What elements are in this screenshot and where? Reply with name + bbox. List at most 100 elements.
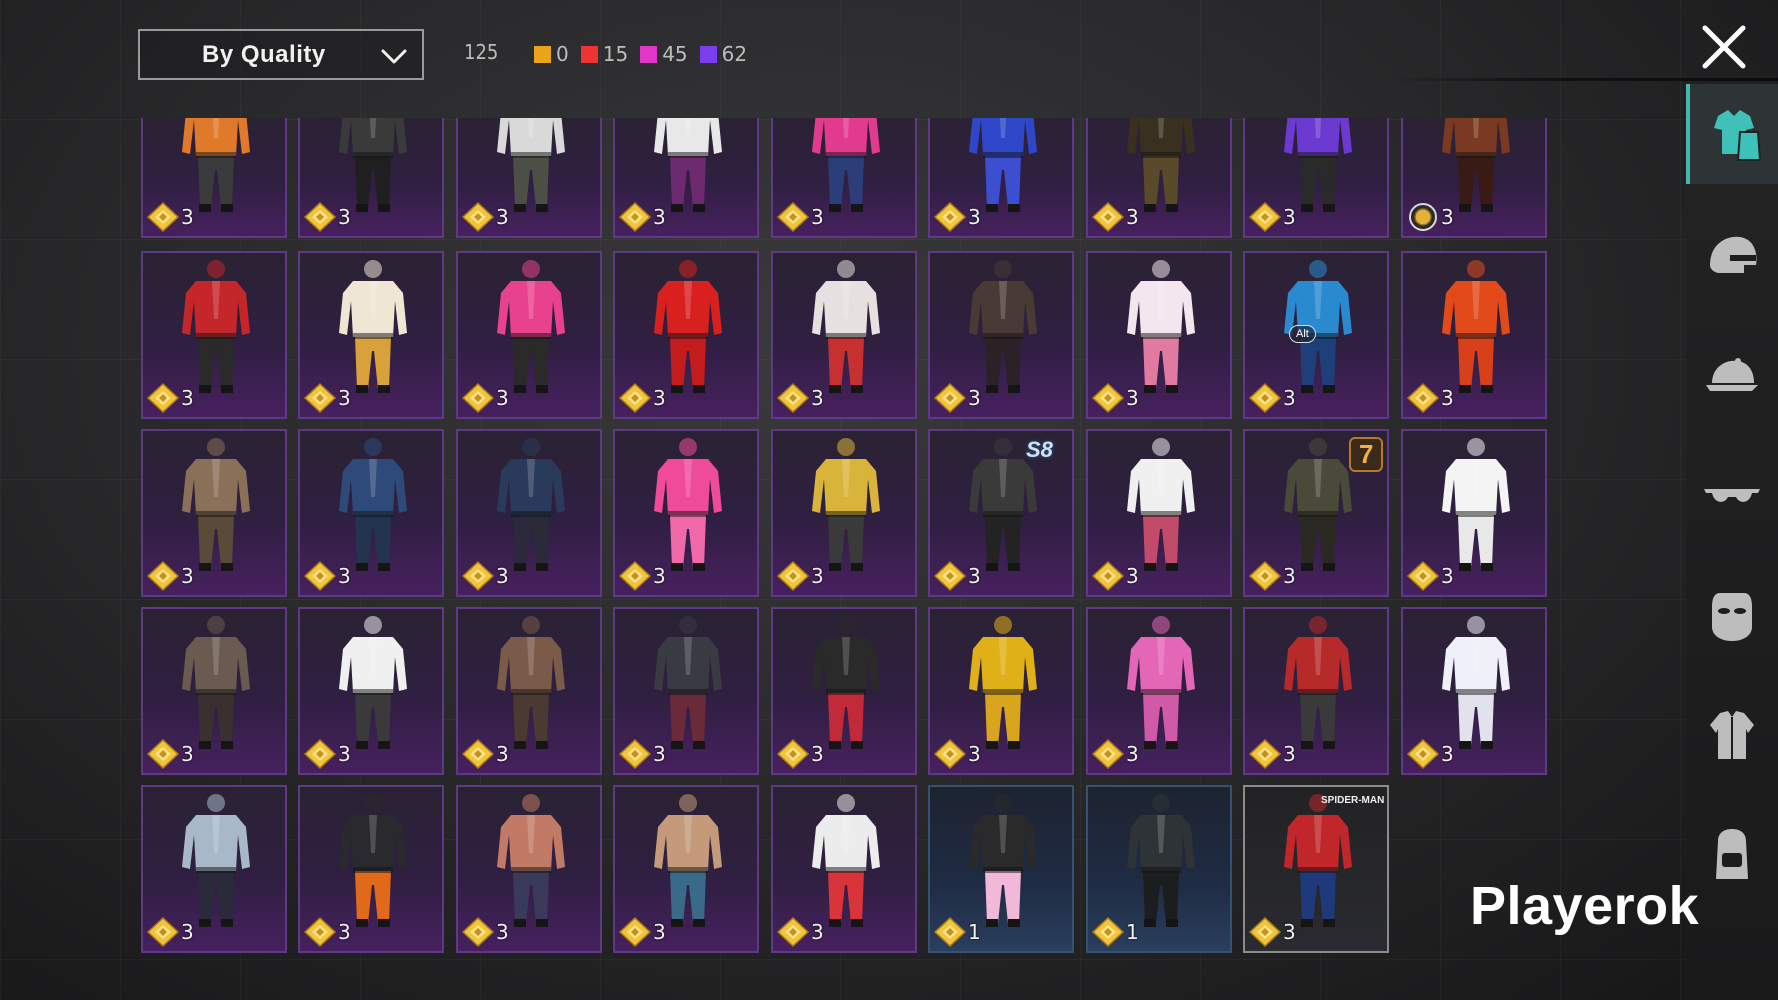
outfit-item-card[interactable]: 3 — [1401, 429, 1547, 597]
outfit-item-card[interactable]: 3 — [1401, 118, 1547, 238]
gold-diamond-icon — [462, 739, 494, 769]
outfit-item-card[interactable]: 3 — [613, 785, 759, 953]
item-quantity-badge: 3 — [147, 202, 194, 232]
outfit-item-card[interactable]: 3 — [771, 118, 917, 238]
outfit-image — [969, 794, 1037, 927]
outfit-item-card[interactable]: 3 — [1401, 251, 1547, 419]
gold-diamond-icon — [777, 383, 809, 413]
outfit-item-card[interactable]: 3 — [771, 429, 917, 597]
outfit-item-card[interactable]: S8 3 — [928, 429, 1074, 597]
quality-count-red: 15 — [580, 42, 628, 66]
outfit-item-card[interactable]: 3 — [1243, 118, 1389, 238]
outfit-tab[interactable] — [1686, 84, 1778, 184]
item-quantity-badge: 3 — [1249, 917, 1296, 947]
item-quantity-badge: 3 — [1249, 561, 1296, 591]
gold-diamond-icon — [619, 202, 651, 232]
outfit-item-card[interactable]: 3 — [141, 251, 287, 419]
backpack-tab[interactable] — [1686, 805, 1778, 905]
outfit-item-card[interactable]: 3 — [771, 785, 917, 953]
outfit-item-card[interactable]: 3 — [928, 118, 1074, 238]
outfit-image — [969, 616, 1037, 749]
outfit-item-card[interactable]: 3 — [456, 607, 602, 775]
jacket-tab[interactable] — [1686, 685, 1778, 785]
outfit-item-card[interactable]: 3 — [928, 251, 1074, 419]
helmet-tab[interactable] — [1686, 207, 1778, 307]
item-quantity: 3 — [653, 386, 666, 410]
item-quantity: 3 — [338, 205, 351, 229]
outfit-item-card[interactable]: 3 — [613, 607, 759, 775]
outfit-item-card[interactable]: 3 — [613, 118, 759, 238]
outfit-item-card[interactable]: 3 — [298, 785, 444, 953]
outfit-item-card[interactable]: 3 — [298, 607, 444, 775]
item-quantity-badge: 3 — [147, 561, 194, 591]
gold-diamond-icon — [619, 383, 651, 413]
outfit-item-card[interactable]: SPIDER-MAN 3 — [1243, 785, 1389, 953]
outfit-item-card[interactable]: 3 — [298, 118, 444, 238]
outfit-item-card[interactable]: 3 — [141, 785, 287, 953]
item-quantity-badge: 3 — [777, 561, 824, 591]
outfit-item-card[interactable]: 3 — [1243, 607, 1389, 775]
outfit-image — [497, 260, 565, 393]
gold-diamond-icon — [777, 739, 809, 769]
close-button[interactable] — [1697, 20, 1751, 74]
outfit-image — [969, 260, 1037, 393]
outfit-image — [1442, 616, 1510, 749]
item-tag: SPIDER-MAN — [1321, 795, 1385, 806]
outfit-image — [1284, 794, 1352, 927]
outfit-item-card[interactable]: 3 — [141, 118, 287, 238]
outfit-item-card[interactable]: 3 — [298, 429, 444, 597]
outfit-item-card[interactable]: 3 — [141, 429, 287, 597]
outfit-image — [497, 616, 565, 749]
item-quantity: 3 — [496, 920, 509, 944]
outfit-item-card[interactable]: 1 — [1086, 785, 1232, 953]
gold-diamond-icon — [777, 917, 809, 947]
outfit-item-card[interactable]: 3 — [613, 251, 759, 419]
outfit-item-card[interactable]: 3 — [298, 251, 444, 419]
gold-diamond-icon — [934, 739, 966, 769]
gold-diamond-icon — [934, 917, 966, 947]
item-quantity-badge: 3 — [304, 739, 351, 769]
cap-tab[interactable] — [1686, 325, 1778, 425]
outfit-item-card[interactable]: 3 — [1401, 607, 1547, 775]
jacket-icon — [1710, 711, 1754, 759]
outfit-image — [182, 794, 250, 927]
outfit-item-card[interactable]: 3 — [456, 118, 602, 238]
outfit-item-card[interactable]: 3 — [1086, 251, 1232, 419]
outfit-item-card[interactable]: 3 — [771, 251, 917, 419]
outfit-item-card[interactable]: 3 — [456, 785, 602, 953]
item-quantity-badge: 3 — [1407, 202, 1454, 232]
item-quantity: 3 — [811, 386, 824, 410]
gold-diamond-icon — [619, 917, 651, 947]
top-bar: By Quality 125 0 15 45 62 — [0, 0, 1778, 110]
item-quantity: 3 — [496, 564, 509, 588]
outfit-item-card[interactable]: 3 — [1086, 118, 1232, 238]
sort-dropdown[interactable]: By Quality — [138, 29, 424, 80]
gold-diamond-icon — [462, 383, 494, 413]
outfit-image — [812, 616, 880, 749]
outfit-item-card[interactable]: 3 — [771, 607, 917, 775]
outfit-image — [654, 260, 722, 393]
item-quantity: 3 — [1283, 920, 1296, 944]
item-tag: Alt — [1289, 325, 1316, 343]
mask-tab[interactable] — [1686, 565, 1778, 665]
outfit-item-card[interactable]: 3 — [456, 429, 602, 597]
item-quantity-badge: 3 — [1092, 383, 1139, 413]
total-count: 125 — [464, 40, 499, 64]
outfit-item-card[interactable]: 1 — [928, 785, 1074, 953]
outfit-item-card[interactable]: 3 — [1086, 607, 1232, 775]
gold-diamond-icon — [1407, 383, 1439, 413]
glasses-tab[interactable] — [1686, 445, 1778, 545]
outfit-image — [1127, 260, 1195, 393]
item-quantity-badge: 3 — [777, 917, 824, 947]
outfit-item-card[interactable]: Alt 3 — [1243, 251, 1389, 419]
outfit-item-card[interactable]: 3 — [141, 607, 287, 775]
outfit-item-card[interactable]: 3 — [1086, 429, 1232, 597]
outfit-item-card[interactable]: 7 3 — [1243, 429, 1389, 597]
outfit-item-card[interactable]: 3 — [456, 251, 602, 419]
item-quantity: 3 — [338, 386, 351, 410]
item-quantity: 3 — [811, 205, 824, 229]
item-quantity: 3 — [811, 920, 824, 944]
outfit-image — [182, 438, 250, 571]
outfit-item-card[interactable]: 3 — [928, 607, 1074, 775]
outfit-item-card[interactable]: 3 — [613, 429, 759, 597]
